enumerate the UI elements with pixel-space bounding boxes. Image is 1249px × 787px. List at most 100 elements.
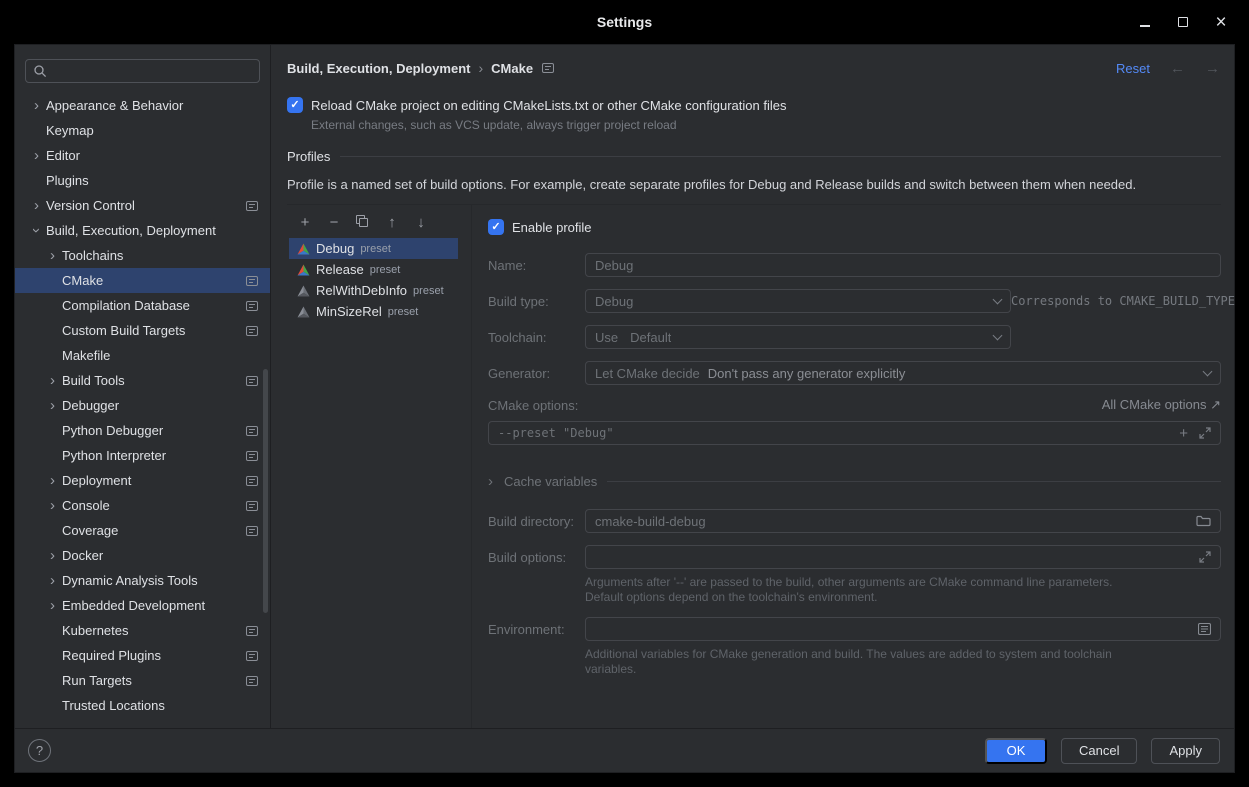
breadcrumb-page: CMake (491, 61, 533, 76)
sidebar-item-coverage[interactable]: Coverage (15, 518, 270, 543)
cache-variables-toggle[interactable]: Cache variables (488, 473, 1221, 490)
chevron-right-icon[interactable] (43, 472, 62, 489)
sidebar-item-build-tools[interactable]: Build Tools (15, 368, 270, 393)
dialog-footer: ? OK Cancel Apply (15, 728, 1234, 772)
sidebar-item-run-targets[interactable]: Run Targets (15, 668, 270, 693)
enable-profile-checkbox[interactable]: ✓ (488, 219, 504, 235)
profile-item-release[interactable]: Release preset (289, 259, 458, 280)
build-directory-actions (1196, 515, 1211, 527)
chevron-right-icon[interactable] (43, 497, 62, 514)
chevron-down-icon[interactable] (27, 222, 46, 239)
move-down-icon[interactable]: ↓ (413, 214, 429, 230)
minimize-button[interactable] (1137, 14, 1153, 30)
build-directory-input[interactable]: cmake-build-debug (585, 509, 1221, 533)
chevron-right-icon[interactable] (43, 372, 62, 389)
profile-item-relwithdebinfo[interactable]: RelWithDebInfo preset (289, 280, 458, 301)
titlebar: Settings × (0, 0, 1249, 44)
ok-button[interactable]: OK (985, 738, 1047, 764)
sidebar-item-label: Console (62, 498, 110, 513)
build-type-row: Build type: Debug Corresponds to CMAKE_B… (488, 289, 1221, 313)
move-up-icon[interactable]: ↑ (384, 214, 400, 230)
settings-window: Settings × Appearance & Behavior Keymap (0, 0, 1249, 787)
maximize-button[interactable] (1175, 14, 1191, 30)
sidebar-item-build-execution-deployment[interactable]: Build, Execution, Deployment (15, 218, 270, 243)
copy-profile-icon[interactable] (355, 214, 371, 230)
sidebar-item-console[interactable]: Console (15, 493, 270, 518)
settings-target-icon (246, 276, 258, 286)
sidebar-item-makefile[interactable]: Makefile (15, 343, 270, 368)
profiles-panel: + − ↑ ↓ Debug preset (287, 205, 472, 728)
sidebar-item-label: Embedded Development (62, 598, 205, 613)
chevron-right-icon[interactable] (43, 572, 62, 589)
forward-icon[interactable]: → (1205, 60, 1220, 77)
sidebar-item-kubernetes[interactable]: Kubernetes (15, 618, 270, 643)
chevron-right-icon[interactable] (43, 547, 62, 564)
sidebar-item-required-plugins[interactable]: Required Plugins (15, 643, 270, 668)
settings-target-icon (246, 526, 258, 536)
sidebar-item-editor[interactable]: Editor (15, 143, 270, 168)
build-options-actions (1199, 551, 1211, 563)
generator-hint: Don't pass any generator explicitly (708, 366, 906, 381)
expand-icon[interactable] (1199, 427, 1211, 439)
close-button[interactable]: × (1213, 14, 1229, 30)
environment-row: Environment: (488, 617, 1221, 641)
breadcrumb-section[interactable]: Build, Execution, Deployment (287, 61, 470, 76)
name-input[interactable]: Debug (585, 253, 1221, 277)
all-cmake-options-link[interactable]: All CMake options ↗ (1102, 397, 1221, 413)
help-button[interactable]: ? (28, 739, 51, 762)
sidebar-item-keymap[interactable]: Keymap (15, 118, 270, 143)
sidebar-item-cmake[interactable]: CMake (15, 268, 270, 293)
chevron-right-icon[interactable] (27, 147, 46, 164)
reset-link[interactable]: Reset (1116, 61, 1150, 76)
add-profile-icon[interactable]: + (297, 214, 313, 230)
settings-search-box[interactable] (25, 59, 260, 83)
remove-profile-icon[interactable]: − (326, 214, 342, 230)
sidebar-item-label: Appearance & Behavior (46, 98, 183, 113)
profile-item-debug[interactable]: Debug preset (289, 238, 458, 259)
build-options-input[interactable] (585, 545, 1221, 569)
sidebar-scrollbar-thumb[interactable] (263, 369, 268, 613)
sidebar-item-trusted-locations[interactable]: Trusted Locations (15, 693, 270, 718)
sidebar-item-dynamic-analysis-tools[interactable]: Dynamic Analysis Tools (15, 568, 270, 593)
expand-icon[interactable] (1199, 551, 1211, 563)
profile-item-minsizerel[interactable]: MinSizeRel preset (289, 301, 458, 322)
settings-sidebar: Appearance & Behavior Keymap Editor Plug… (15, 45, 271, 728)
sidebar-item-docker[interactable]: Docker (15, 543, 270, 568)
chevron-right-icon[interactable] (43, 597, 62, 614)
cancel-button[interactable]: Cancel (1061, 738, 1137, 764)
environment-input[interactable] (585, 617, 1221, 641)
chevron-right-icon[interactable] (27, 197, 46, 214)
sidebar-item-toolchains[interactable]: Toolchains (15, 243, 270, 268)
sidebar-item-python-interpreter[interactable]: Python Interpreter (15, 443, 270, 468)
sidebar-item-plugins[interactable]: Plugins (15, 168, 270, 193)
sidebar-item-version-control[interactable]: Version Control (15, 193, 270, 218)
sidebar-item-custom-build-targets[interactable]: Custom Build Targets (15, 318, 270, 343)
folder-icon[interactable] (1196, 515, 1211, 527)
divider-line (607, 481, 1221, 482)
back-icon[interactable]: ← (1170, 60, 1185, 77)
profiles-section-title: Profiles (287, 149, 330, 164)
cmake-options-input[interactable]: --preset "Debug" + (488, 421, 1221, 445)
sidebar-item-compilation-database[interactable]: Compilation Database (15, 293, 270, 318)
sidebar-item-python-debugger[interactable]: Python Debugger (15, 418, 270, 443)
reload-cmake-checkbox[interactable]: ✓ (287, 97, 303, 113)
chevron-right-icon[interactable] (43, 397, 62, 414)
chevron-right-icon[interactable] (27, 97, 46, 114)
sidebar-item-deployment[interactable]: Deployment (15, 468, 270, 493)
apply-button[interactable]: Apply (1151, 738, 1220, 764)
variables-list-icon[interactable] (1198, 623, 1211, 635)
cmake-logo-gray-icon (297, 285, 310, 297)
search-input[interactable] (52, 64, 252, 79)
generator-select[interactable]: Let CMake decide Don't pass any generato… (585, 361, 1221, 385)
chevron-right-icon[interactable] (43, 247, 62, 264)
build-options-help-line1: Arguments after '--' are passed to the b… (585, 575, 1145, 590)
toolchain-select[interactable]: Use Default (585, 325, 1011, 349)
generator-label: Generator: (488, 366, 585, 381)
build-type-select[interactable]: Debug (585, 289, 1011, 313)
add-option-icon[interactable]: + (1179, 426, 1188, 441)
sidebar-item-appearance-behavior[interactable]: Appearance & Behavior (15, 93, 270, 118)
build-type-value: Debug (595, 294, 633, 309)
sidebar-item-debugger[interactable]: Debugger (15, 393, 270, 418)
sidebar-item-embedded-development[interactable]: Embedded Development (15, 593, 270, 618)
sidebar-item-label: Keymap (46, 123, 94, 138)
